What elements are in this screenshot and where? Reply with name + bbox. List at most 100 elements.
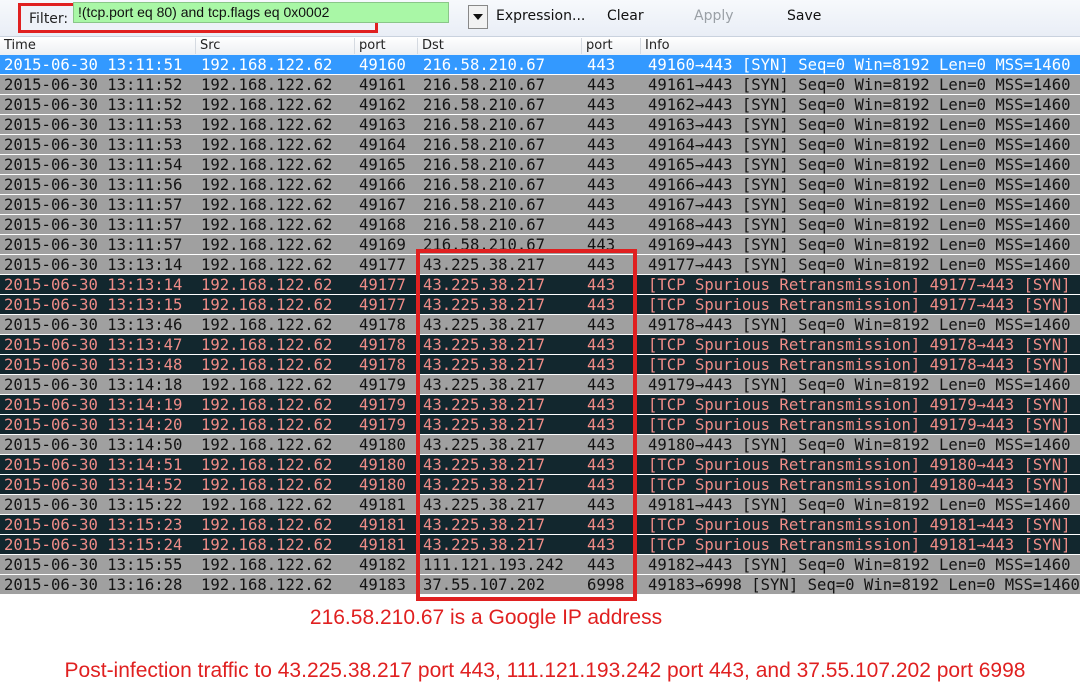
packet-time: 2015-06-30 13:15:22 (4, 496, 183, 514)
packet-dst-port: 443 (587, 256, 616, 274)
packet-src: 192.168.122.62 (201, 416, 333, 434)
packet-row[interactable]: 2015-06-30 13:14:18 192.168.122.62 49179 43… (0, 375, 1080, 395)
packet-info: [TCP Spurious Retransmission] 49181→443 … (648, 516, 1071, 534)
column-header-src[interactable]: Src (195, 38, 355, 54)
packet-src-port: 49177 (359, 296, 406, 314)
packet-row[interactable]: 2015-06-30 13:11:52 192.168.122.62 49161 21… (0, 75, 1080, 95)
packet-dst: 43.225.38.217 (423, 376, 546, 394)
packet-src-port: 49165 (359, 156, 406, 174)
packet-time: 2015-06-30 13:14:51 (4, 456, 183, 474)
packet-dst: 216.58.210.67 (423, 196, 546, 214)
packet-list[interactable]: 2015-06-30 13:11:51 192.168.122.62 49160 21… (0, 55, 1080, 596)
packet-row[interactable]: 2015-06-30 13:13:46 192.168.122.62 49178 43… (0, 315, 1080, 335)
packet-row[interactable]: 2015-06-30 13:11:57 192.168.122.62 49169 21… (0, 235, 1080, 255)
packet-row[interactable]: 2015-06-30 13:13:15 192.168.122.62 49177 43… (0, 295, 1080, 315)
packet-info: [TCP Spurious Retransmission] 49178→443 … (648, 336, 1071, 354)
packet-dst: 43.225.38.217 (423, 336, 546, 354)
packet-time: 2015-06-30 13:13:15 (4, 296, 183, 314)
packet-row[interactable]: 2015-06-30 13:11:57 192.168.122.62 49168 21… (0, 215, 1080, 235)
expression-button[interactable]: Expression... (496, 8, 585, 24)
packet-src: 192.168.122.62 (201, 136, 333, 154)
packet-src: 192.168.122.62 (201, 336, 333, 354)
packet-time: 2015-06-30 13:14:19 (4, 396, 183, 414)
packet-row[interactable]: 2015-06-30 13:11:53 192.168.122.62 49163 21… (0, 115, 1080, 135)
packet-row[interactable]: 2015-06-30 13:15:22 192.168.122.62 49181 43… (0, 495, 1080, 515)
packet-time: 2015-06-30 13:14:18 (4, 376, 183, 394)
packet-src-port: 49183 (359, 576, 406, 594)
column-header-info[interactable]: Info (640, 38, 1080, 54)
packet-src: 192.168.122.62 (201, 276, 333, 294)
packet-row[interactable]: 2015-06-30 13:11:56 192.168.122.62 49166 21… (0, 175, 1080, 195)
post-infection-annotation: Post-infection traffic to 43.225.38.217 … (64, 659, 1026, 682)
packet-row[interactable]: 2015-06-30 13:11:57 192.168.122.62 49167 21… (0, 195, 1080, 215)
packet-dst: 43.225.38.217 (423, 296, 546, 314)
packet-dst-port: 443 (587, 476, 616, 494)
packet-src: 192.168.122.62 (201, 236, 333, 254)
packet-dst: 216.58.210.67 (423, 216, 546, 234)
packet-src-port: 49177 (359, 256, 406, 274)
packet-time: 2015-06-30 13:11:53 (4, 136, 183, 154)
packet-row[interactable]: 2015-06-30 13:13:47 192.168.122.62 49178 43… (0, 335, 1080, 355)
packet-dst: 216.58.210.67 (423, 236, 546, 254)
packet-time: 2015-06-30 13:15:23 (4, 516, 183, 534)
packet-src-port: 49179 (359, 396, 406, 414)
packet-src-port: 49179 (359, 416, 406, 434)
packet-dst-port: 443 (587, 376, 616, 394)
packet-row[interactable]: 2015-06-30 13:15:55 192.168.122.62 49182 11… (0, 555, 1080, 575)
packet-dst: 216.58.210.67 (423, 56, 546, 74)
packet-src-port: 49177 (359, 276, 406, 294)
packet-src: 192.168.122.62 (201, 516, 333, 534)
packet-row[interactable]: 2015-06-30 13:11:54 192.168.122.62 49165 21… (0, 155, 1080, 175)
filter-label: Filter: (29, 11, 69, 27)
packet-list-header: Time Src port Dst port Info (0, 37, 1080, 56)
packet-time: 2015-06-30 13:16:28 (4, 576, 183, 594)
packet-row[interactable]: 2015-06-30 13:13:48 192.168.122.62 49178 43… (0, 355, 1080, 375)
packet-row[interactable]: 2015-06-30 13:11:51 192.168.122.62 49160 21… (0, 55, 1080, 75)
packet-row[interactable]: 2015-06-30 13:14:19 192.168.122.62 49179 43… (0, 395, 1080, 415)
packet-dst-port: 443 (587, 456, 616, 474)
filter-input[interactable]: !(tcp.port eq 80) and tcp.flags eq 0x000… (73, 2, 449, 23)
packet-src-port: 49162 (359, 96, 406, 114)
packet-row[interactable]: 2015-06-30 13:14:50 192.168.122.62 49180 43… (0, 435, 1080, 455)
clear-button[interactable]: Clear (607, 8, 644, 24)
packet-info: 49164→443 [SYN] Seq=0 Win=8192 Len=0 MSS… (648, 136, 1071, 154)
packet-src: 192.168.122.62 (201, 256, 333, 274)
packet-time: 2015-06-30 13:15:55 (4, 556, 183, 574)
packet-dst-port: 443 (587, 416, 616, 434)
packet-src: 192.168.122.62 (201, 316, 333, 334)
packet-dst-port: 443 (587, 396, 616, 414)
packet-row[interactable]: 2015-06-30 13:15:23 192.168.122.62 49181 43… (0, 515, 1080, 535)
column-header-dst-port[interactable]: port (581, 38, 641, 54)
save-button[interactable]: Save (787, 8, 821, 24)
packet-row[interactable]: 2015-06-30 13:15:24 192.168.122.62 49181 43… (0, 535, 1080, 555)
packet-dst-port: 443 (587, 76, 616, 94)
packet-time: 2015-06-30 13:15:24 (4, 536, 183, 554)
filter-history-dropdown[interactable] (468, 5, 488, 29)
packet-row[interactable]: 2015-06-30 13:14:20 192.168.122.62 49179 43… (0, 415, 1080, 435)
packet-src: 192.168.122.62 (201, 456, 333, 474)
packet-dst-port: 443 (587, 156, 616, 174)
column-header-dst[interactable]: Dst (417, 38, 582, 54)
packet-row[interactable]: 2015-06-30 13:11:53 192.168.122.62 49164 21… (0, 135, 1080, 155)
packet-row[interactable]: 2015-06-30 13:14:52 192.168.122.62 49180 43… (0, 475, 1080, 495)
packet-time: 2015-06-30 13:13:14 (4, 276, 183, 294)
packet-info: 49160→443 [SYN] Seq=0 Win=8192 Len=0 MSS… (648, 56, 1071, 74)
packet-row[interactable]: 2015-06-30 13:16:28 192.168.122.62 49183 37… (0, 575, 1080, 595)
packet-src-port: 49168 (359, 216, 406, 234)
packet-row[interactable]: 2015-06-30 13:14:51 192.168.122.62 49180 43… (0, 455, 1080, 475)
packet-row[interactable]: 2015-06-30 13:13:14 192.168.122.62 49177 43… (0, 255, 1080, 275)
packet-info: 49181→443 [SYN] Seq=0 Win=8192 Len=0 MSS… (648, 496, 1071, 514)
packet-row[interactable]: 2015-06-30 13:11:52 192.168.122.62 49162 21… (0, 95, 1080, 115)
packet-info: [TCP Spurious Retransmission] 49178→443 … (648, 356, 1071, 374)
packet-time: 2015-06-30 13:11:53 (4, 116, 183, 134)
packet-row[interactable]: 2015-06-30 13:13:14 192.168.122.62 49177 43… (0, 275, 1080, 295)
packet-dst: 43.225.38.217 (423, 536, 546, 554)
packet-dst: 216.58.210.67 (423, 176, 546, 194)
column-header-src-port[interactable]: port (354, 38, 418, 54)
packet-info: [TCP Spurious Retransmission] 49179→443 … (648, 396, 1071, 414)
packet-time: 2015-06-30 13:11:54 (4, 156, 183, 174)
apply-button[interactable]: Apply (694, 8, 734, 24)
packet-src: 192.168.122.62 (201, 396, 333, 414)
packet-src: 192.168.122.62 (201, 496, 333, 514)
column-header-time[interactable]: Time (0, 38, 198, 54)
